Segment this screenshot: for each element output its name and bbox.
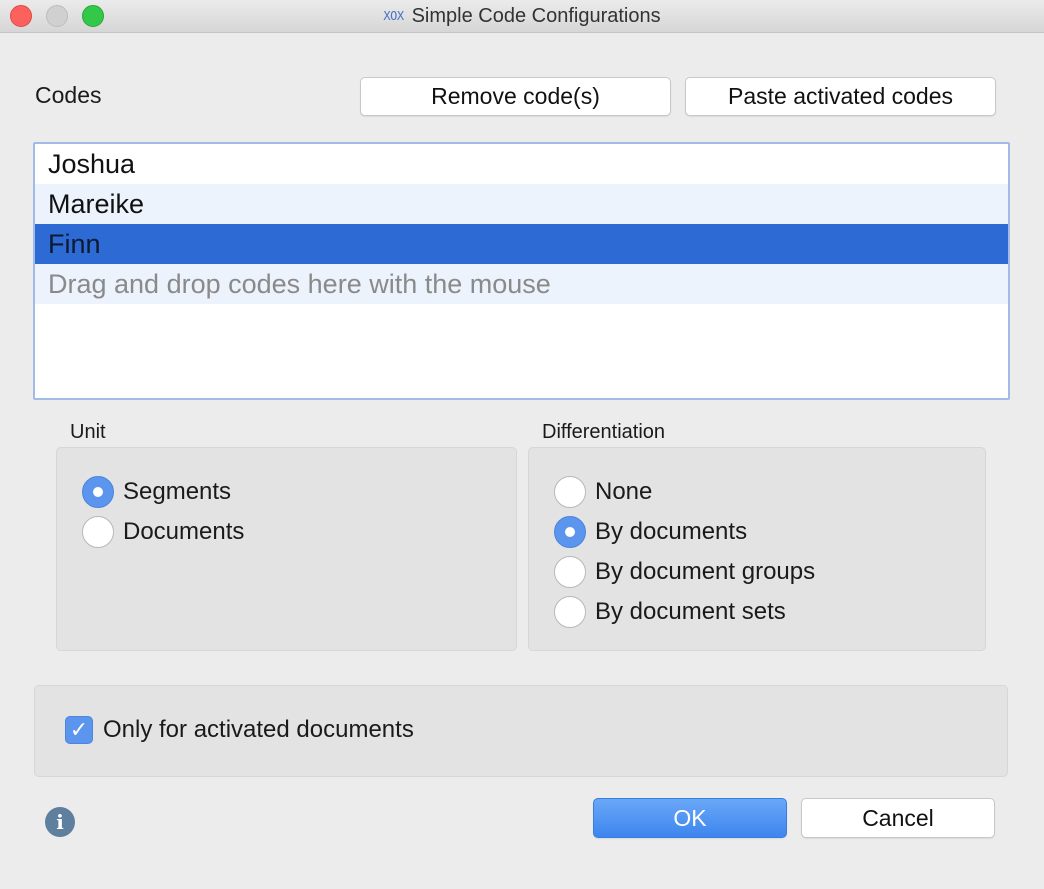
radio-by-documents[interactable]: By documents <box>554 516 747 548</box>
title-wrap: XOX Simple Code Configurations <box>0 0 1044 32</box>
radio-documents[interactable]: Documents <box>82 516 244 548</box>
activated-documents-option[interactable]: ✓ Only for activated documents <box>65 716 414 744</box>
title-bar: XOX Simple Code Configurations <box>0 0 1044 33</box>
radio-none[interactable]: None <box>554 476 652 508</box>
radio-button-selected[interactable] <box>82 476 114 508</box>
radio-by-document-groups[interactable]: By document groups <box>554 556 815 588</box>
app-logo-icon: XOX <box>383 9 404 23</box>
paste-activated-codes-button[interactable]: Paste activated codes <box>685 77 996 116</box>
code-list-item[interactable]: Joshua <box>35 144 1008 184</box>
radio-label: By document sets <box>595 598 786 625</box>
window-title: Simple Code Configurations <box>411 4 661 27</box>
radio-button[interactable] <box>554 476 586 508</box>
checkbox-checked[interactable]: ✓ <box>65 716 93 744</box>
radio-button-selected[interactable] <box>554 516 586 548</box>
ok-button[interactable]: OK <box>593 798 787 838</box>
radio-button[interactable] <box>554 556 586 588</box>
radio-label: Documents <box>123 518 245 545</box>
radio-label: None <box>595 478 653 505</box>
checkbox-label: Only for activated documents <box>103 716 414 743</box>
drop-zone-hint: Drag and drop codes here with the mouse <box>35 264 1008 304</box>
code-list[interactable]: Joshua Mareike Finn Drag and drop codes … <box>33 142 1010 400</box>
differentiation-group-label: Differentiation <box>542 421 666 443</box>
code-list-item[interactable]: Mareike <box>35 184 1008 224</box>
dialog-window: XOX Simple Code Configurations Codes Rem… <box>0 0 1044 889</box>
radio-button[interactable] <box>82 516 114 548</box>
remove-codes-button[interactable]: Remove code(s) <box>360 77 671 116</box>
radio-label: By document groups <box>595 558 816 585</box>
unit-group-label: Unit <box>70 421 106 443</box>
codes-label: Codes <box>35 82 102 108</box>
info-icon[interactable]: i <box>45 807 75 837</box>
radio-segments[interactable]: Segments <box>82 476 231 508</box>
radio-by-document-sets[interactable]: By document sets <box>554 596 786 628</box>
cancel-button[interactable]: Cancel <box>801 798 995 838</box>
radio-button[interactable] <box>554 596 586 628</box>
radio-label: Segments <box>123 478 232 505</box>
radio-label: By documents <box>595 518 748 545</box>
code-list-item-selected[interactable]: Finn <box>35 224 1008 264</box>
